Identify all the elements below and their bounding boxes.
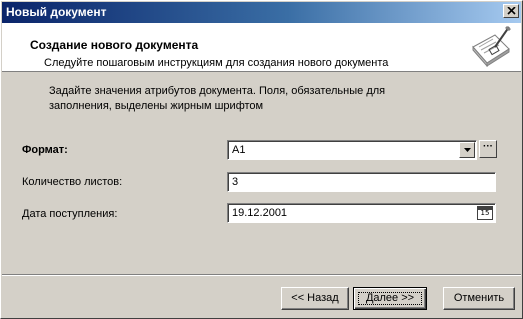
back-button[interactable]: << Назад [281,287,349,310]
window-title: Новый документ [6,5,107,19]
received-date-value: 19.12.2001 [232,207,288,219]
instructions-text: Задайте значения атрибутов документа. По… [49,84,409,114]
chevron-down-icon [464,148,471,152]
sheets-count-input[interactable]: 3 [227,172,496,192]
close-icon [507,7,516,15]
sheets-count-value: 3 [232,176,239,188]
wizard-title: Создание нового документа [30,38,199,52]
calendar-button[interactable]: 15 [477,206,493,220]
format-label: Формат: [22,144,68,156]
sheets-count-label: Количество листов: [22,176,123,188]
ellipsis-icon: ··· [483,141,493,152]
wizard-subtitle: Следуйте пошаговым инструкциям для созда… [44,57,389,69]
format-dropdown-button[interactable] [459,142,475,158]
received-date-label: Дата поступления: [22,208,118,220]
close-button[interactable] [503,4,519,18]
next-button[interactable]: Далее >> [353,287,427,310]
focus-rectangle [358,292,422,305]
new-document-dialog: Новый документ Создание нового документа… [0,0,523,319]
instructions-line-2: заполнения, выделены жирным шрифтом [49,100,264,112]
received-date-input[interactable]: 19.12.2001 15 [227,203,496,223]
footer-divider [2,274,521,276]
wizard-header: Создание нового документа Следуйте пошаг… [2,23,521,72]
format-combobox[interactable]: A1 [227,140,477,160]
instructions-line-1: Задайте значения атрибутов документа. По… [49,85,386,97]
calendar-icon: 15 [480,209,490,217]
format-value: A1 [232,144,246,156]
format-browse-button[interactable]: ··· [479,140,497,158]
document-stamp-icon [472,26,511,67]
cancel-button[interactable]: Отменить [443,287,515,310]
title-bar[interactable]: Новый документ [2,2,521,23]
